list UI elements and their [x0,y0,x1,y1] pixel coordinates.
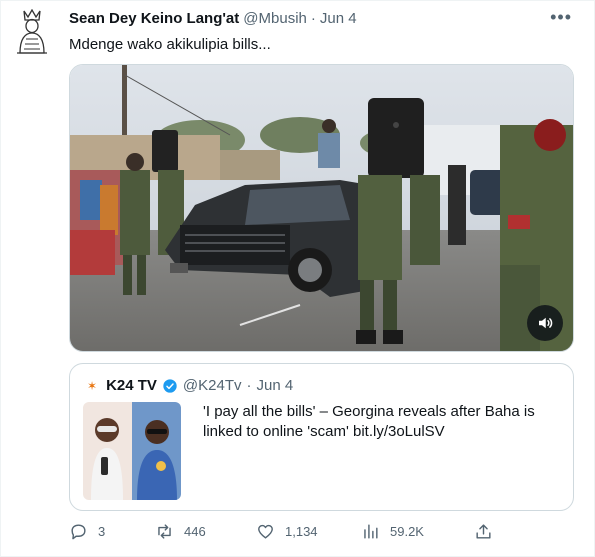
reply-count: 3 [98,524,106,539]
verified-badge-icon [163,378,177,393]
views-chart-icon [364,524,378,539]
tweet-card[interactable]: Sean Dey Keino Lang'at @Mbusih · Jun 4 •… [0,0,595,557]
more-horizontal-icon[interactable]: ••• [550,7,572,28]
action-bar: 3 446 1,134 59.2K [69,522,529,546]
header-separator: · [310,10,316,27]
retweet-icon [158,524,171,539]
like-count: 1,134 [285,524,318,539]
quote-text: 'I pay all the bills' – Georgina reveals… [203,403,535,440]
heart-icon [258,524,273,539]
k24-logo: ✶ [87,378,98,393]
tweet-date[interactable]: Jun 4 [320,10,357,27]
quote-tweet[interactable]: ✶ K24 TV @K24Tv · Jun 4 'I pay all the b… [69,363,574,511]
avatar[interactable] [14,8,50,55]
views-button[interactable]: 59.2K [361,522,424,541]
share-icon [476,524,491,539]
quote-thumbnail[interactable] [83,402,181,500]
like-button[interactable]: 1,134 [256,522,318,541]
view-count: 59.2K [390,524,424,539]
author-name[interactable]: Sean Dey Keino Lang'at [69,10,239,27]
speaker-icon[interactable] [527,305,563,341]
quote-date[interactable]: Jun 4 [257,377,294,394]
quote-author-handle[interactable]: @K24Tv [183,377,242,394]
tweet-video[interactable] [69,64,574,352]
reply-button[interactable]: 3 [69,522,105,541]
retweet-button[interactable]: 446 [155,522,206,541]
quote-author-name[interactable]: K24 TV [106,377,157,394]
retweet-count: 446 [184,524,206,539]
tweet-text: Mdenge wako akikulipia bills... [69,36,271,53]
video-frame [70,65,573,351]
tweet-header: Sean Dey Keino Lang'at @Mbusih · Jun 4 [69,10,357,27]
author-handle[interactable]: @Mbusih [243,10,307,27]
reply-icon [71,524,86,540]
quote-header: ✶ K24 TV @K24Tv · Jun 4 [87,377,293,394]
share-button[interactable] [474,522,493,541]
quote-separator: · [246,377,252,394]
